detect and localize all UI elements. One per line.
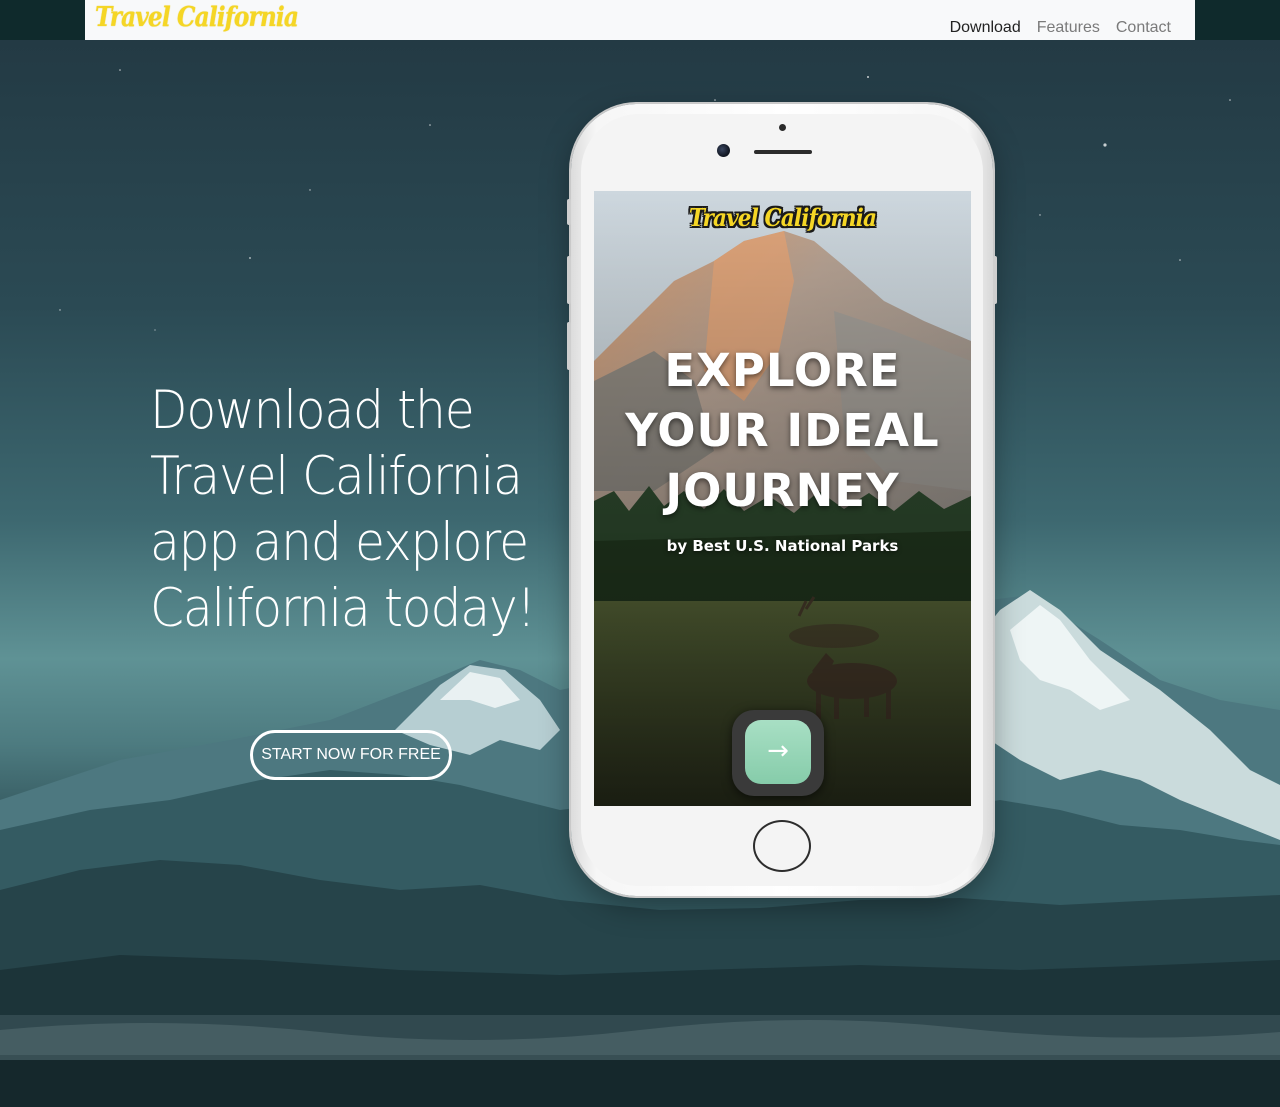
start-now-button[interactable]: START NOW FOR FREE bbox=[250, 730, 452, 780]
nav-link-features[interactable]: Features bbox=[1029, 17, 1108, 39]
volume-up-button bbox=[567, 256, 571, 304]
brand-logo[interactable]: Travel California bbox=[95, 2, 299, 33]
nav-link-contact[interactable]: Contact bbox=[1108, 17, 1179, 39]
arrow-right-icon: → bbox=[745, 720, 811, 784]
app-headline-line-3: JOURNEY bbox=[665, 464, 900, 517]
power-button bbox=[993, 256, 997, 304]
earpiece-speaker bbox=[754, 150, 812, 154]
phone-screen: Travel California EXPLORE YOUR IDEAL JOU… bbox=[594, 191, 971, 806]
phone-mockup: Travel California EXPLORE YOUR IDEAL JOU… bbox=[567, 104, 997, 896]
navbar: Travel California Download Features Cont… bbox=[85, 0, 1195, 40]
nav-links: Download Features Contact bbox=[942, 17, 1179, 39]
home-button bbox=[753, 820, 811, 872]
front-camera bbox=[717, 144, 730, 157]
mute-switch bbox=[567, 199, 571, 225]
app-logo: Travel California bbox=[688, 203, 877, 232]
app-headline-line-2: YOUR IDEAL bbox=[625, 404, 940, 457]
app-subtitle: by Best U.S. National Parks bbox=[666, 537, 899, 555]
app-next-button[interactable]: → bbox=[732, 710, 824, 796]
volume-down-button bbox=[567, 322, 571, 370]
hero-headline: Download the Travel California app and e… bbox=[150, 380, 536, 639]
app-headline-line-1: EXPLORE bbox=[664, 344, 901, 397]
nav-link-download[interactable]: Download bbox=[942, 17, 1029, 39]
app-headline: EXPLORE YOUR IDEAL JOURNEY bbox=[594, 341, 971, 521]
proximity-sensor bbox=[779, 124, 786, 131]
